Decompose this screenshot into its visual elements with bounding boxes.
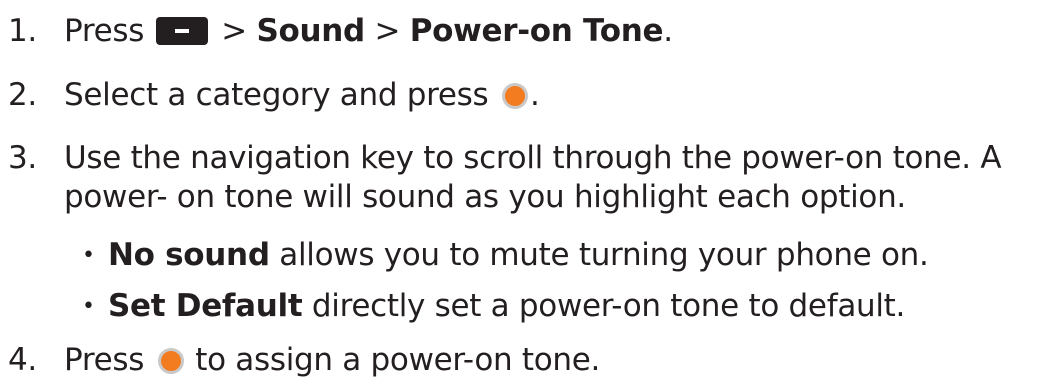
- step-number: 2.: [8, 77, 37, 113]
- menu-path-power-on-tone: Power-on Tone: [409, 13, 664, 49]
- step-text: to assign a power-on tone.: [195, 342, 601, 378]
- separator: >: [221, 13, 247, 49]
- step-text: Select a category and press: [64, 77, 489, 113]
- step-4: 4. Press to assign a power-on tone.: [0, 340, 600, 380]
- step-3-continuation: power- on tone will sound as you highlig…: [64, 177, 906, 217]
- step-text: Press: [64, 13, 145, 49]
- ok-key-icon: [501, 83, 528, 109]
- step-number: 4.: [8, 342, 37, 378]
- ok-key-icon: [157, 348, 184, 374]
- step-text: power- on tone will sound as you highlig…: [64, 179, 906, 215]
- menu-path-sound: Sound: [256, 13, 365, 49]
- step-text: Press: [64, 342, 145, 378]
- option-name: No sound: [108, 237, 270, 273]
- step-text: Use the navigation key to scroll through…: [64, 140, 1002, 176]
- step-number: 3.: [8, 140, 37, 176]
- step-3: 3. Use the navigation key to scroll throu…: [0, 138, 1002, 178]
- step-1: 1. Press > Sound > Power-on Tone.: [0, 11, 673, 51]
- option-name: Set Default: [108, 288, 303, 324]
- option-description: directly set a power-on tone to default.: [302, 288, 906, 324]
- bullet-item: • No sound allows you to mute turning you…: [82, 235, 929, 276]
- bullet-item: • Set Default directly set a power-on ton…: [82, 286, 905, 327]
- option-description: allows you to mute turning your phone on…: [269, 237, 929, 273]
- step-number: 1.: [8, 13, 37, 49]
- punctuation: .: [663, 13, 673, 49]
- punctuation: .: [529, 77, 540, 113]
- bullet-icon: •: [82, 243, 95, 268]
- step-2: 2. Select a category and press .: [0, 75, 540, 115]
- instructions: 1. Press > Sound > Power-on Tone. 2. Selec…: [0, 0, 1058, 387]
- menu-key-icon: [155, 17, 208, 45]
- separator: >: [374, 13, 401, 49]
- bullet-icon: •: [82, 294, 95, 319]
